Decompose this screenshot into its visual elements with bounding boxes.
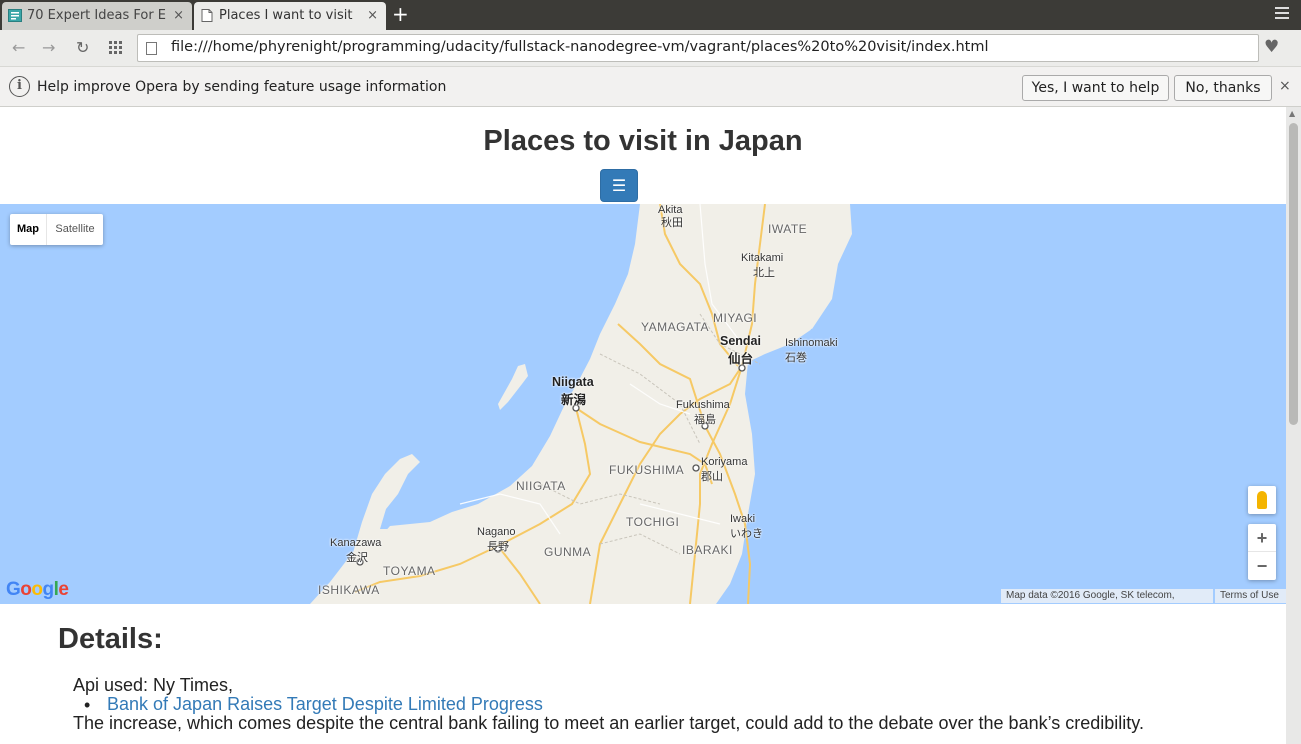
map-label-kanazawa-jp: 金沢 [346,552,368,564]
zoom-in-button[interactable]: + [1248,524,1276,552]
tab-active[interactable]: Places I want to visit × [194,2,386,30]
document-tab-icon [8,9,22,22]
close-tab-icon[interactable]: × [173,3,184,29]
map-attribution: Map data ©2016 Google, SK telecom, ZENRI… [1001,589,1213,603]
map-label-fukushima-city: Fukushima [676,399,730,411]
map-type-control: Map Satellite [10,214,103,245]
map-label-nagano: Nagano [477,526,516,538]
google-logo[interactable]: Google [6,579,69,601]
details-heading: Details: [58,623,163,655]
navigation-bar: ← → ↻ file:///home/phyrenight/programmin… [0,30,1301,66]
info-message: Help improve Opera by sending feature us… [37,79,447,95]
map-label-miyagi: MIYAGI [713,311,758,325]
map-label-ishinomaki-jp: 石巻 [785,352,807,364]
new-tab-button[interactable]: + [392,3,409,25]
address-bar[interactable]: file:///home/phyrenight/programming/udac… [137,34,1259,62]
forward-arrow-icon[interactable]: → [42,38,55,57]
close-tab-icon[interactable]: × [367,3,378,29]
map-label-akita-jp: 秋田 [661,217,683,229]
map-label-iwaki-jp: いわき [730,528,763,540]
close-infobar-icon[interactable]: × [1279,78,1291,94]
map-label-fukushima-jp: 福島 [694,414,716,426]
map-label-nagano-jp: 長野 [487,541,509,553]
map-label-sendai: Sendai [720,334,761,348]
map-label-fukushima-pref: FUKUSHIMA [609,463,685,477]
terms-of-use-link[interactable]: Terms of Use [1215,589,1286,603]
map-label-niigata-city: Niigata [552,375,594,389]
map-label-iwate: IWATE [768,222,808,236]
map-label-tochigi: TOCHIGI [626,515,680,529]
page-content: Places to visit in Japan ☰ Akita 秋田 IWAT… [0,107,1286,744]
tab-title: Places I want to visit [219,8,353,23]
page-title: Places to visit in Japan [483,125,803,157]
tab-inactive[interactable]: 70 Expert Ideas For E × [2,2,192,30]
street-view-pegman-icon[interactable] [1248,486,1276,514]
speed-dial-icon[interactable] [109,41,123,55]
map-label-iwaki: Iwaki [730,513,756,525]
map-label-niigata-jp: 新潟 [561,393,587,407]
map-label-ishinomaki: Ishinomaki [785,337,838,349]
map-label-gunma: GUNMA [544,545,592,559]
menu-toggle-button[interactable]: ☰ [600,169,638,202]
map-label-kitakami-jp: 北上 [753,267,775,279]
scroll-up-arrow-icon[interactable]: ▲ [1289,109,1295,118]
map-label-ibaraki: IBARAKI [682,543,733,557]
tab-bar: 70 Expert Ideas For E × Places I want to… [0,0,1301,30]
map-label-toyama: TOYAMA [383,564,436,578]
reload-icon[interactable]: ↻ [76,38,89,57]
page-info-icon[interactable] [146,42,157,55]
info-icon: i [9,76,30,97]
zoom-out-button[interactable]: − [1248,552,1276,580]
page-icon [201,9,213,22]
map-type-map-button[interactable]: Map [10,214,47,245]
vertical-scrollbar[interactable]: ▲ [1286,107,1301,744]
tab-title: 70 Expert Ideas For E [27,8,167,23]
map-label-koriyama-jp: 郡山 [701,471,723,483]
map-label-yamagata: YAMAGATA [641,320,710,334]
back-arrow-icon[interactable]: ← [12,38,25,57]
map-label-niigata-pref: NIIGATA [516,479,566,493]
map-label-koriyama: Koriyama [701,456,748,468]
map-label-ishikawa: ISHIKAWA [318,583,380,597]
map-label-sendai-jp: 仙台 [728,352,754,366]
info-bar: i Help improve Opera by sending feature … [0,66,1301,107]
zoom-control: + − [1248,524,1276,580]
accept-help-button[interactable]: Yes, I want to help [1022,75,1169,101]
map-label-kitakami: Kitakami [741,252,784,264]
tab-menu-icon[interactable] [1275,7,1289,22]
bookmark-heart-icon[interactable]: ♥ [1264,37,1279,57]
scrollbar-thumb[interactable] [1289,123,1298,425]
map-label-kanazawa: Kanazawa [330,537,382,549]
decline-button[interactable]: No, thanks [1174,75,1272,101]
url-text[interactable]: file:///home/phyrenight/programming/udac… [171,39,989,55]
api-used-text: Api used: Ny Times, [73,675,234,695]
article-snippet: The increase, which comes despite the ce… [73,713,1144,733]
map-tiles [310,204,852,604]
article-link[interactable]: Bank of Japan Raises Target Despite Limi… [107,694,543,715]
map-canvas[interactable]: Akita 秋田 IWATE Kitakami 北上 YAMAGATA MIYA… [0,204,1286,604]
map-type-satellite-button[interactable]: Satellite [47,214,103,245]
